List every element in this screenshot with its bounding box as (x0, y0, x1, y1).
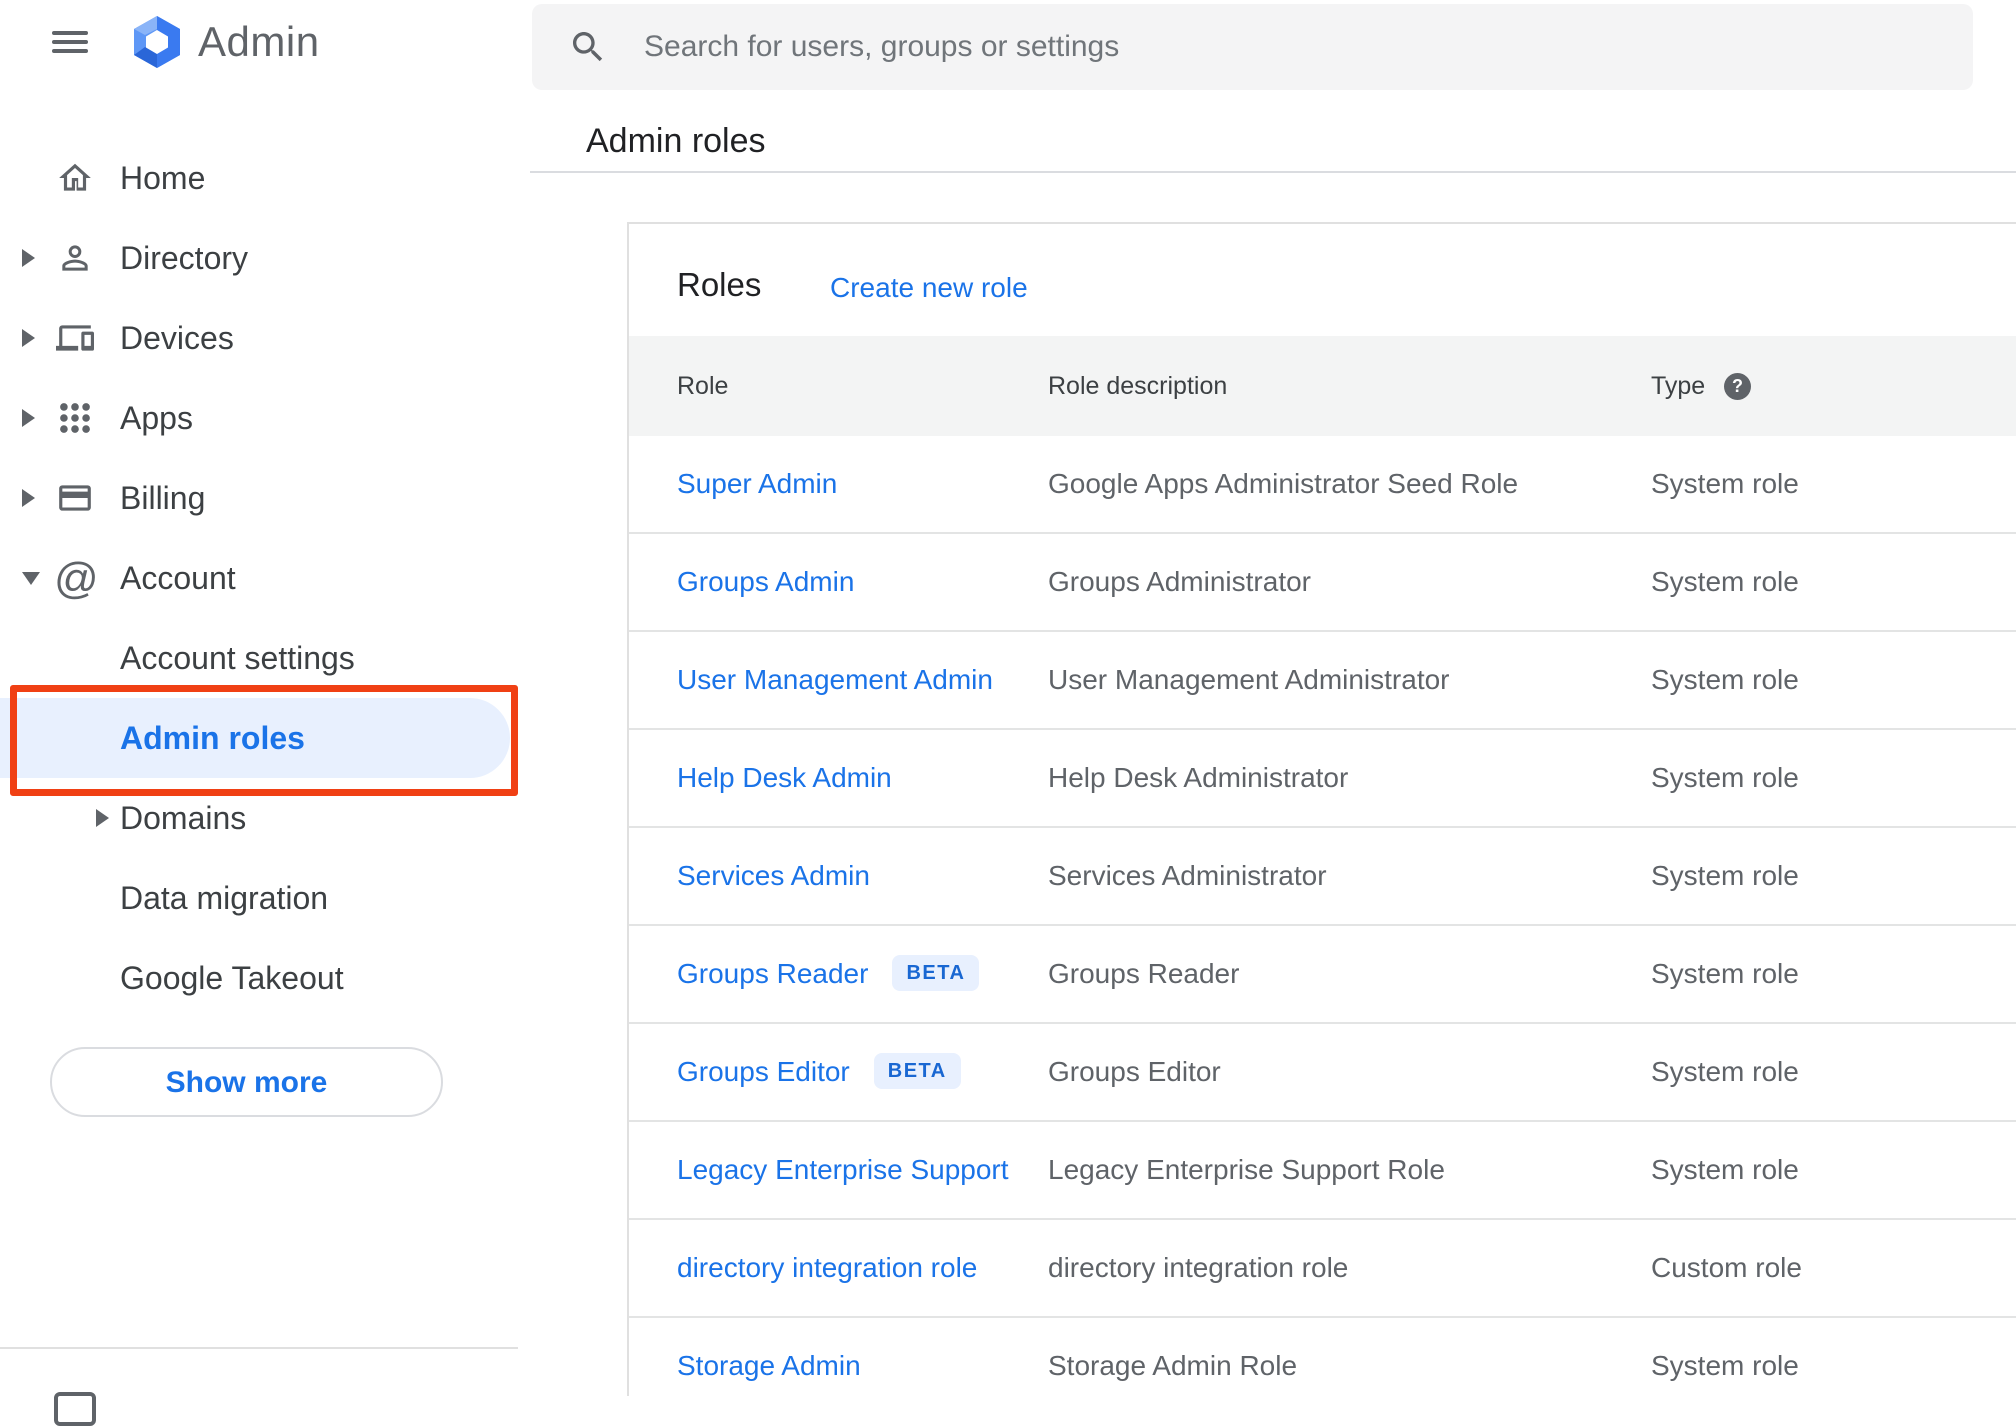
sidebar-item-label: Account (120, 560, 236, 596)
table-row: Storage Admin Storage Admin Role System … (629, 1318, 2016, 1396)
table-row: Groups Admin Groups Administrator System… (629, 534, 2016, 632)
sidebar-item-label: Account settings (120, 640, 355, 676)
role-description: Storage Admin Role (1048, 1350, 1298, 1381)
beta-badge: BETA (892, 955, 980, 991)
role-type: System role (1651, 860, 1799, 891)
role-link[interactable]: User Management Admin (677, 664, 993, 695)
sidebar-item-account-settings[interactable]: Account settings (0, 618, 530, 698)
table-row: Legacy Enterprise Support Legacy Enterpr… (629, 1122, 2016, 1220)
table-row: Services Admin Services Administrator Sy… (629, 828, 2016, 926)
role-type: System role (1651, 468, 1799, 499)
help-icon[interactable]: ? (1724, 373, 1751, 400)
role-type: Custom role (1651, 1252, 1802, 1283)
search-placeholder: Search for users, groups or settings (644, 30, 1120, 63)
sidebar-item-admin-roles[interactable]: Admin roles (0, 698, 530, 778)
roles-card-header: Roles Create new role (629, 224, 2016, 336)
column-header-description: Role description (1048, 372, 1228, 400)
role-link[interactable]: Super Admin (677, 468, 837, 499)
table-row: User Management Admin User Management Ad… (629, 632, 2016, 730)
home-icon (56, 159, 94, 197)
column-header-type: Type (1651, 372, 1706, 400)
beta-badge: BETA (873, 1053, 961, 1089)
arrow-right-icon (22, 329, 35, 347)
sidebar-item-account[interactable]: @ Account (0, 538, 530, 618)
table-header-row: Role Role description Type ? (629, 336, 2016, 436)
sidebar-item-label: Devices (120, 320, 234, 356)
role-link[interactable]: Storage Admin (677, 1350, 861, 1381)
table-row: Groups Editor BETA Groups Editor System r… (629, 1024, 2016, 1122)
role-description: Services Administrator (1048, 860, 1327, 891)
card-icon (56, 479, 94, 517)
role-description: Legacy Enterprise Support Role (1048, 1154, 1445, 1185)
sidebar-nav: Home Directory Devices Apps Billing @ Ac… (0, 138, 530, 1018)
role-type: System role (1651, 762, 1799, 793)
role-description: Groups Reader (1048, 958, 1240, 989)
column-header-role: Role (677, 372, 729, 400)
role-type: System role (1651, 566, 1799, 597)
roles-card: Roles Create new role Role Role descript… (627, 222, 2016, 1396)
search-input[interactable]: Search for users, groups or settings (532, 4, 1973, 90)
sidebar: Home Directory Devices Apps Billing @ Ac… (0, 0, 530, 1426)
breadcrumb: Admin roles (586, 122, 766, 160)
show-more-button[interactable]: Show more (50, 1047, 443, 1117)
sidebar-item-devices[interactable]: Devices (0, 298, 530, 378)
sidebar-item-data-migration[interactable]: Data migration (0, 858, 530, 938)
sidebar-item-directory[interactable]: Directory (0, 218, 530, 298)
role-description: Groups Editor (1048, 1056, 1221, 1087)
sidebar-item-domains[interactable]: Domains (0, 778, 530, 858)
role-description: Groups Administrator (1048, 566, 1311, 597)
sidebar-item-billing[interactable]: Billing (0, 458, 530, 538)
at-icon: @ (54, 554, 99, 603)
sidebar-divider (0, 1347, 518, 1349)
role-link[interactable]: Help Desk Admin (677, 762, 892, 793)
role-link[interactable]: Services Admin (677, 860, 870, 891)
create-new-role-link[interactable]: Create new role (830, 272, 1028, 304)
table-row: Help Desk Admin Help Desk Administrator … (629, 730, 2016, 828)
sidebar-item-label: Billing (120, 480, 206, 516)
sidebar-item-label: Directory (120, 240, 249, 276)
role-description: Help Desk Administrator (1048, 762, 1349, 793)
role-link[interactable]: Groups Editor (677, 1056, 850, 1087)
arrow-right-icon (22, 409, 35, 427)
role-description: Google Apps Administrator Seed Role (1048, 468, 1519, 499)
devices-icon (56, 319, 94, 357)
header-divider (530, 171, 2016, 173)
role-description: directory integration role (1048, 1252, 1349, 1283)
role-description: User Management Administrator (1048, 664, 1450, 695)
role-type: System role (1651, 1056, 1799, 1087)
sidebar-item-home[interactable]: Home (0, 138, 530, 218)
sidebar-item-label: Home (120, 160, 206, 196)
arrow-right-icon (22, 489, 35, 507)
apps-icon (56, 399, 94, 437)
sidebar-item-label: Admin roles (120, 720, 305, 756)
role-link[interactable]: directory integration role (677, 1252, 977, 1283)
sidebar-item-label: Google Takeout (120, 960, 344, 996)
arrow-right-icon (96, 809, 109, 827)
arrow-right-icon (22, 249, 35, 267)
role-link[interactable]: Groups Admin (677, 566, 854, 597)
arrow-down-icon (22, 572, 40, 585)
role-type: System role (1651, 1154, 1799, 1185)
table-row: Groups Reader BETA Groups Reader System r… (629, 926, 2016, 1024)
clipped-bottom-icon (54, 1392, 96, 1426)
sidebar-item-label: Domains (120, 800, 247, 836)
role-link[interactable]: Groups Reader (677, 958, 868, 989)
table-row: Super Admin Google Apps Administrator Se… (629, 436, 2016, 534)
role-link[interactable]: Legacy Enterprise Support (677, 1154, 1009, 1185)
sidebar-item-apps[interactable]: Apps (0, 378, 530, 458)
sidebar-item-label: Apps (120, 400, 193, 436)
role-type: System role (1651, 1350, 1799, 1381)
roles-title: Roles (677, 266, 762, 303)
person-icon (56, 239, 94, 277)
table-row: directory integration role directory int… (629, 1220, 2016, 1318)
sidebar-item-label: Data migration (120, 880, 329, 916)
sidebar-item-google-takeout[interactable]: Google Takeout (0, 938, 530, 1018)
search-icon (573, 32, 603, 62)
role-type: System role (1651, 664, 1799, 695)
table-body: Super Admin Google Apps Administrator Se… (629, 436, 2016, 1396)
role-type: System role (1651, 958, 1799, 989)
